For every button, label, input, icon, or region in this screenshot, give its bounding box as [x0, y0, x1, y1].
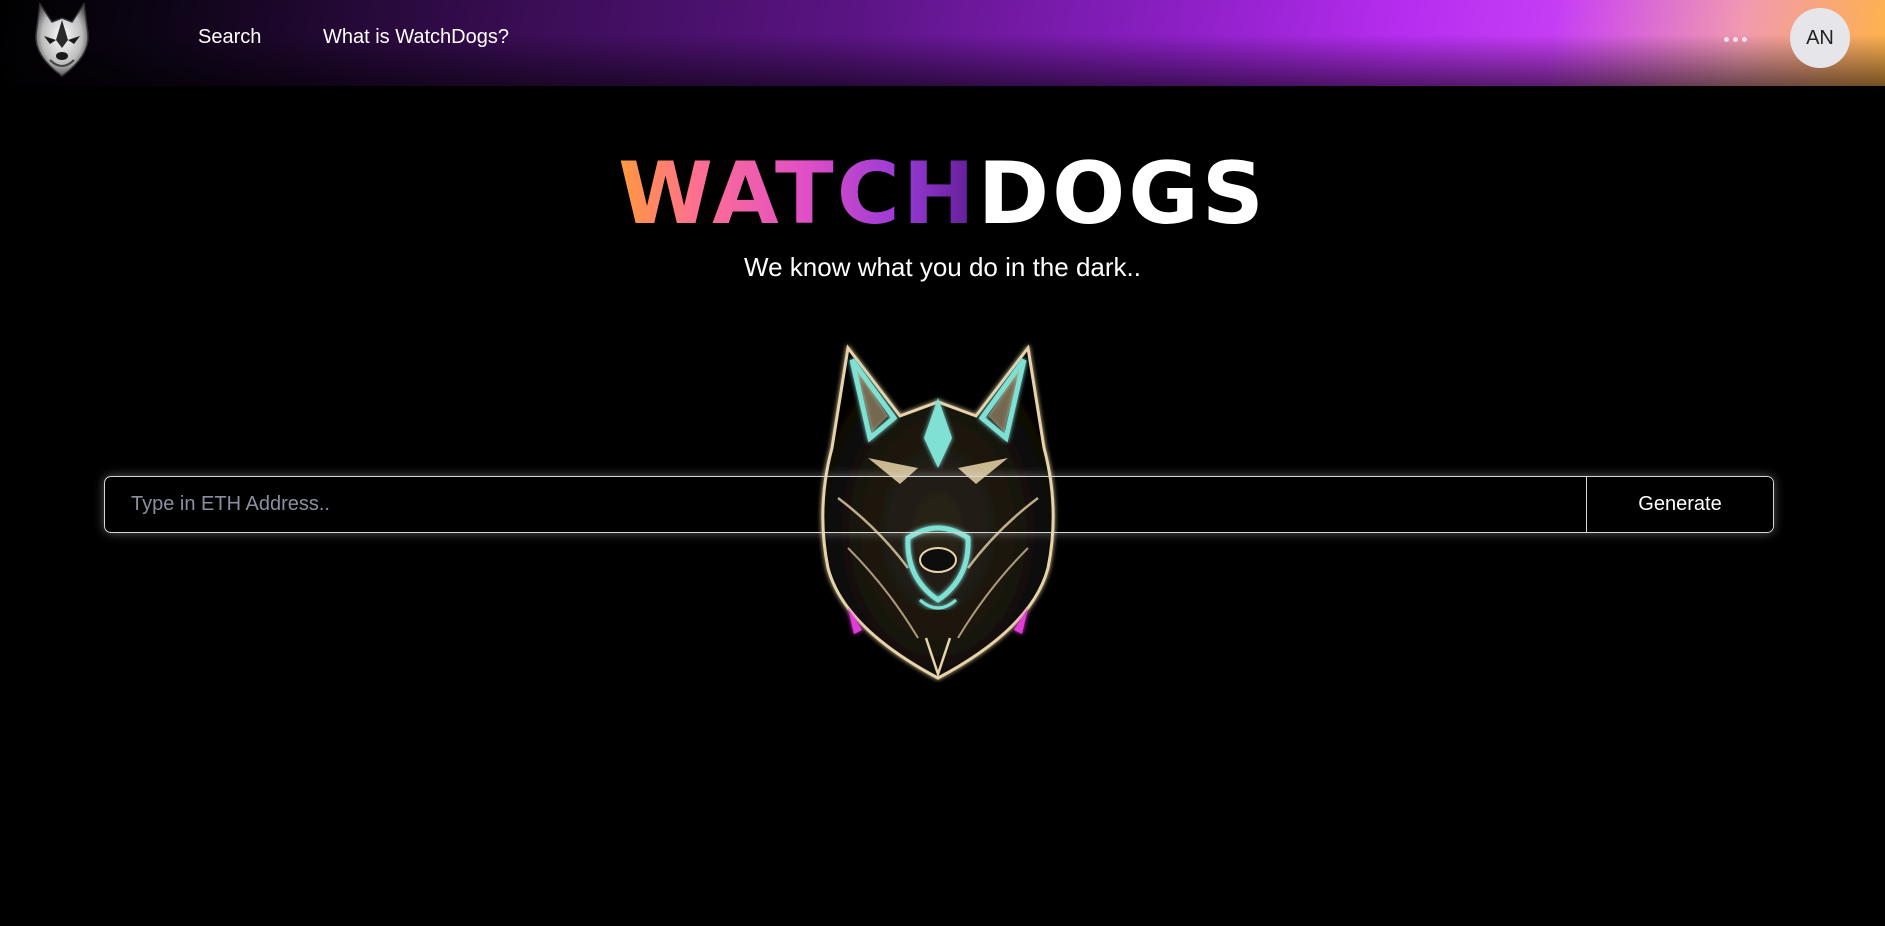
- more-options-button[interactable]: [1720, 22, 1750, 56]
- hero-title-dogs: DOGS: [977, 144, 1267, 244]
- generate-button[interactable]: Generate: [1586, 477, 1773, 532]
- more-horizontal-icon-dot: [1732, 36, 1738, 42]
- hero-title: WATCHDOGS: [0, 144, 1885, 244]
- nav-link-what-is-watchdogs[interactable]: What is WatchDogs?: [323, 26, 509, 49]
- more-horizontal-icon-dot: [1723, 36, 1729, 42]
- nav-link-search[interactable]: Search: [198, 26, 261, 49]
- page: Search What is WatchDogs? AN WATCHDOGS W…: [0, 0, 1885, 926]
- eth-address-search-bar: Generate: [104, 476, 1774, 533]
- more-horizontal-icon-dot: [1741, 36, 1747, 42]
- user-avatar[interactable]: AN: [1790, 8, 1850, 68]
- husky-logo-icon[interactable]: [30, 0, 94, 78]
- hero-tagline: We know what you do in the dark..: [744, 252, 1141, 282]
- top-navbar: Search What is WatchDogs? AN: [0, 0, 1885, 86]
- hero-title-watch: WATCH: [618, 144, 978, 244]
- eth-address-input[interactable]: [105, 477, 1586, 532]
